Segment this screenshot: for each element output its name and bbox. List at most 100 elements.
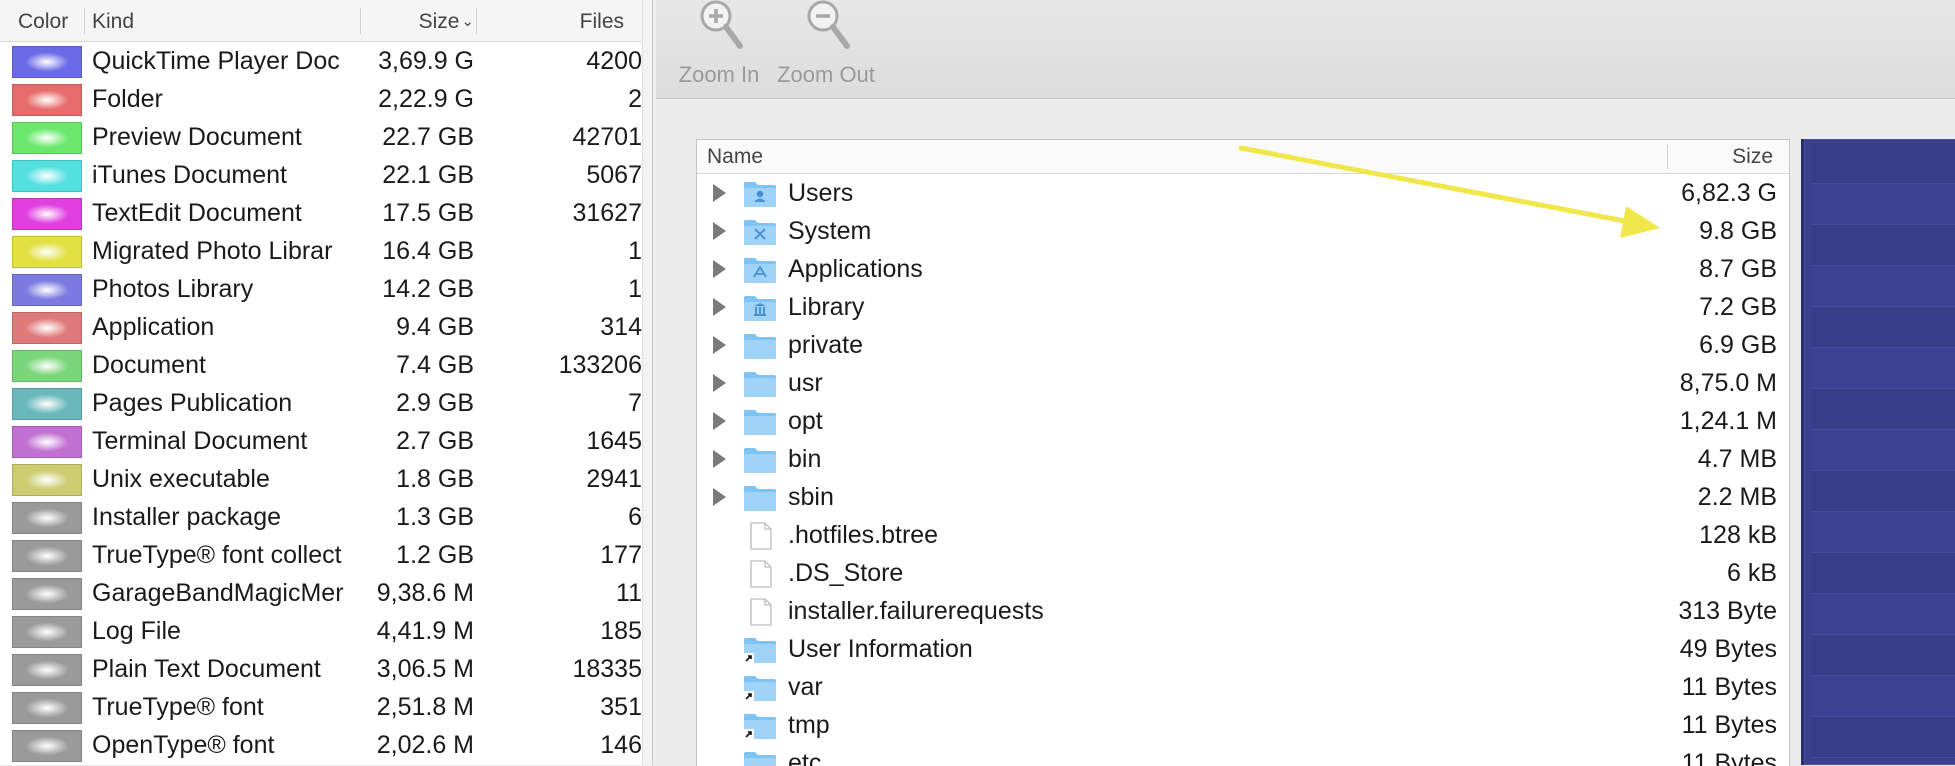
column-header-size[interactable]: Size xyxy=(1669,145,1773,169)
disclosure-triangle-icon[interactable] xyxy=(713,222,726,240)
file-size: 313 Byte xyxy=(1678,597,1777,625)
color-swatch xyxy=(12,160,82,192)
file-row[interactable]: opt 1,24.1 M xyxy=(697,403,1789,441)
kind-row[interactable]: Migrated Photo Librar 16.4 GB 1 xyxy=(0,233,652,271)
kind-row[interactable]: Unix executable 1.8 GB 2941 xyxy=(0,461,652,499)
treemap-cell[interactable] xyxy=(1812,266,1955,307)
color-swatch xyxy=(12,388,82,420)
treemap-cell[interactable] xyxy=(1812,512,1955,553)
kind-size: 9.4 GB xyxy=(396,313,474,341)
kind-row[interactable]: GarageBandMagicMer 9,38.6 M 11 xyxy=(0,575,652,613)
kind-size: 2,22.9 G xyxy=(378,85,474,113)
treemap-cell[interactable] xyxy=(1812,635,1955,676)
kind-row[interactable]: QuickTime Player Doc 3,69.9 G 4200 xyxy=(0,43,652,81)
disclosure-triangle-icon[interactable] xyxy=(713,488,726,506)
kind-label: Document xyxy=(92,351,206,379)
disclosure-triangle-icon[interactable] xyxy=(713,450,726,468)
document-icon xyxy=(750,560,772,588)
color-swatch xyxy=(12,198,82,230)
kind-label: Plain Text Document xyxy=(92,655,321,683)
folder-icon xyxy=(744,182,776,207)
kind-row[interactable]: Application 9.4 GB 314 xyxy=(0,309,652,347)
column-header-kind[interactable]: Kind xyxy=(92,0,360,41)
kind-row[interactable]: Photos Library 14.2 GB 1 xyxy=(0,271,652,309)
file-row[interactable]: sbin 2.2 MB xyxy=(697,479,1789,517)
kind-label: TextEdit Document xyxy=(92,199,302,227)
column-header-color[interactable]: Color xyxy=(18,0,84,41)
disclosure-triangle-icon[interactable] xyxy=(713,412,726,430)
file-name: tmp xyxy=(788,711,830,739)
treemap-cell[interactable] xyxy=(1812,389,1955,430)
disclosure-triangle-icon[interactable] xyxy=(713,336,726,354)
kind-row[interactable]: TextEdit Document 17.5 GB 31627 xyxy=(0,195,652,233)
kind-list-panel: Color Kind Size ⌄ Files QuickTime Player … xyxy=(0,0,653,765)
kind-row[interactable]: OpenType® font 2,02.6 M 146 xyxy=(0,727,652,765)
zoom-in-button[interactable]: Zoom In xyxy=(664,0,774,98)
kind-row[interactable]: TrueType® font 2,51.8 M 351 xyxy=(0,689,652,727)
kind-row[interactable]: Plain Text Document 3,06.5 M 18335 xyxy=(0,651,652,689)
file-size: 9.8 GB xyxy=(1699,217,1777,245)
kind-row[interactable]: Folder 2,22.9 G 2 xyxy=(0,81,652,119)
file-name: .hotfiles.btree xyxy=(788,521,939,549)
file-row[interactable]: tmp 11 Bytes xyxy=(697,707,1789,745)
file-row[interactable]: Users 6,82.3 G xyxy=(697,175,1789,213)
treemap-cell[interactable] xyxy=(1812,143,1955,184)
treemap-cell[interactable] xyxy=(1812,471,1955,512)
file-size: 6,82.3 G xyxy=(1681,179,1777,207)
kind-row[interactable]: Installer package 1.3 GB 6 xyxy=(0,499,652,537)
file-row[interactable]: User Information 49 Bytes xyxy=(697,631,1789,669)
column-header-size[interactable]: Size ⌄ xyxy=(360,0,474,41)
zoom-out-button[interactable]: Zoom Out xyxy=(771,0,881,98)
treemap-cell[interactable] xyxy=(1812,430,1955,471)
disclosure-triangle-icon[interactable] xyxy=(713,184,726,202)
column-header-files[interactable]: Files xyxy=(476,0,624,41)
file-row[interactable]: private 6.9 GB xyxy=(697,327,1789,365)
file-row[interactable]: installer.failurerequests 313 Byte xyxy=(697,593,1789,631)
kind-label: TrueType® font collect xyxy=(92,541,342,569)
kind-size: 1.3 GB xyxy=(396,503,474,531)
column-divider[interactable] xyxy=(1667,145,1668,169)
folder-icon xyxy=(744,220,776,245)
kind-row[interactable]: Document 7.4 GB 133206 xyxy=(0,347,652,385)
disclosure-triangle-icon[interactable] xyxy=(713,374,726,392)
treemap-cell[interactable] xyxy=(1812,553,1955,594)
file-row[interactable]: Applications 8.7 GB xyxy=(697,251,1789,289)
file-row[interactable]: System 9.8 GB xyxy=(697,213,1789,251)
disclosure-triangle-icon[interactable] xyxy=(713,298,726,316)
file-size: 7.2 GB xyxy=(1699,293,1777,321)
file-row[interactable]: var 11 Bytes xyxy=(697,669,1789,707)
treemap-cell[interactable] xyxy=(1812,594,1955,635)
kind-row[interactable]: iTunes Document 22.1 GB 5067 xyxy=(0,157,652,195)
treemap-cell[interactable] xyxy=(1812,225,1955,266)
kind-row[interactable]: TrueType® font collect 1.2 GB 177 xyxy=(0,537,652,575)
treemap-view[interactable] xyxy=(1801,139,1955,765)
file-row[interactable]: .hotfiles.btree 128 kB xyxy=(697,517,1789,555)
kind-file-count: 185 xyxy=(600,617,642,645)
kind-row[interactable]: Preview Document 22.7 GB 42701 xyxy=(0,119,652,157)
kind-size: 16.4 GB xyxy=(382,237,474,265)
file-row[interactable]: Library 7.2 GB xyxy=(697,289,1789,327)
treemap-cell[interactable] xyxy=(1812,348,1955,389)
disclosure-triangle-icon[interactable] xyxy=(713,260,726,278)
kind-row[interactable]: Terminal Document 2.7 GB 1645 xyxy=(0,423,652,461)
kind-row[interactable]: Log File 4,41.9 M 185 xyxy=(0,613,652,651)
kind-list-scrollbar[interactable] xyxy=(642,0,652,765)
file-row[interactable]: .DS_Store 6 kB xyxy=(697,555,1789,593)
file-row[interactable]: usr 8,75.0 M xyxy=(697,365,1789,403)
treemap-cell[interactable] xyxy=(1812,717,1955,758)
column-divider[interactable] xyxy=(84,8,85,34)
file-name: bin xyxy=(788,445,822,473)
file-row[interactable]: bin 4.7 MB xyxy=(697,441,1789,479)
treemap-cell[interactable] xyxy=(1812,307,1955,348)
file-size: 6 kB xyxy=(1726,559,1777,587)
treemap-cell[interactable] xyxy=(1812,184,1955,225)
kind-row[interactable]: Pages Publication 2.9 GB 7 xyxy=(0,385,652,423)
kind-label: Folder xyxy=(92,85,163,113)
column-header-size-label: Size xyxy=(418,10,460,33)
kind-label: GarageBandMagicMer xyxy=(92,579,344,607)
treemap-cell[interactable] xyxy=(1812,676,1955,717)
kind-size: 2,02.6 M xyxy=(376,731,474,759)
column-header-name[interactable]: Name xyxy=(707,145,763,169)
file-row[interactable]: etc 11 Bytes xyxy=(697,745,1789,766)
kind-label: Log File xyxy=(92,617,181,645)
